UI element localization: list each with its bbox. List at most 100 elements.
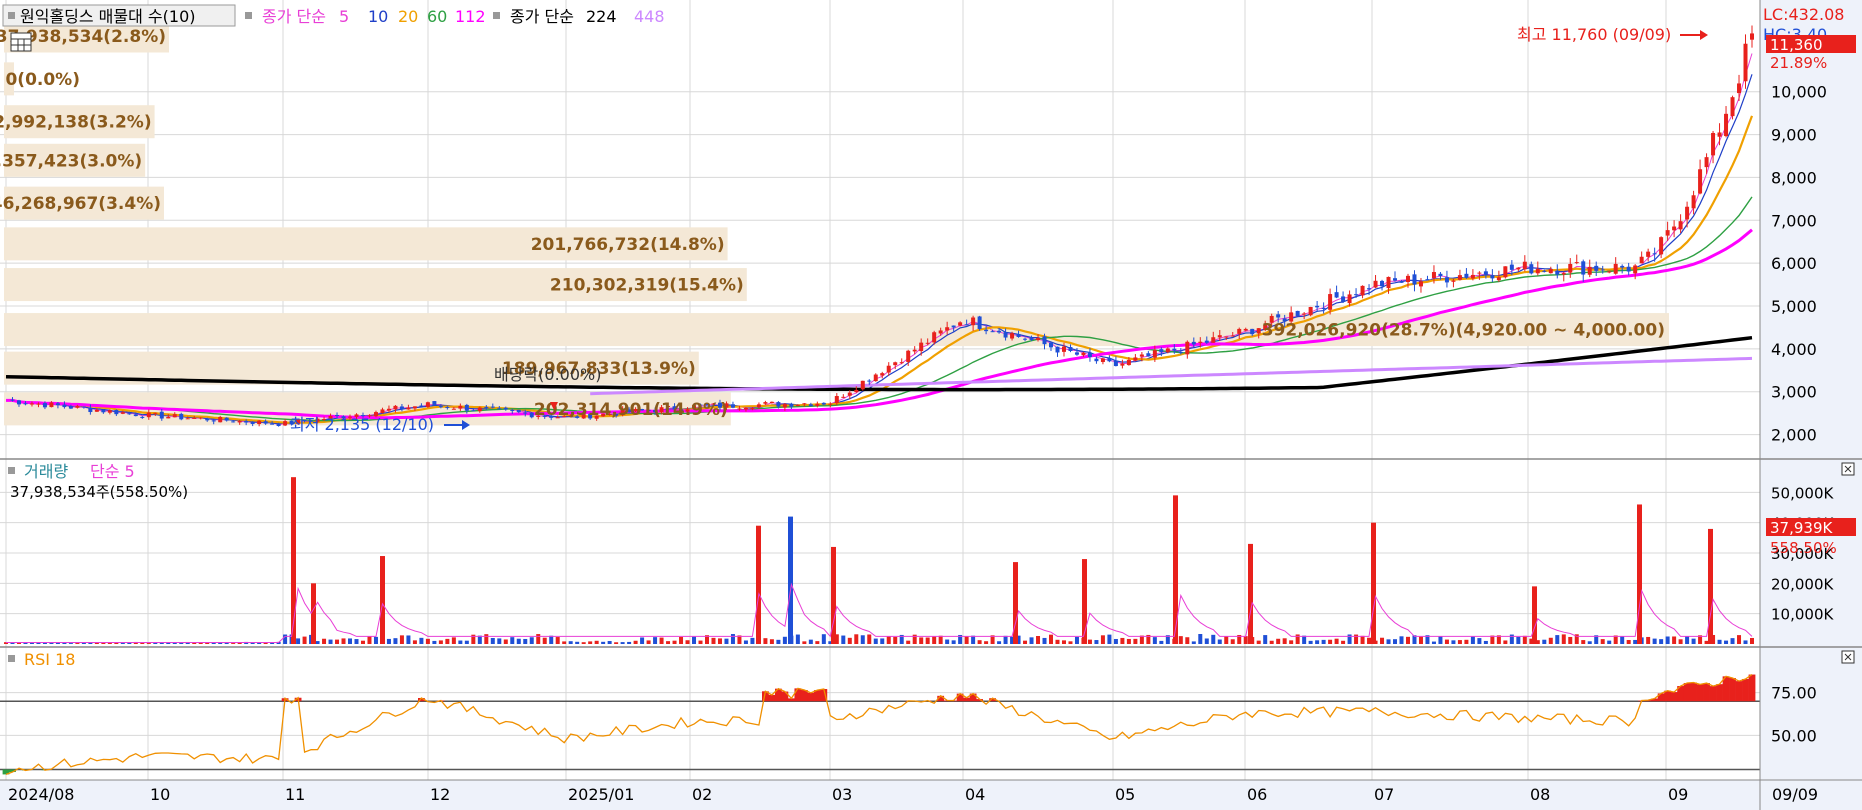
ma-period-10[interactable]: 10 — [368, 7, 388, 26]
candle-body[interactable] — [1074, 352, 1079, 355]
candle-body[interactable] — [964, 324, 969, 326]
volume-bar[interactable] — [1380, 637, 1385, 644]
volume-bar[interactable] — [1691, 638, 1696, 644]
candle-body[interactable] — [1341, 296, 1346, 302]
candle-body[interactable] — [425, 402, 430, 407]
candle-body[interactable] — [1750, 33, 1754, 40]
candle-body[interactable] — [406, 407, 411, 410]
candle-body[interactable] — [1626, 266, 1631, 272]
volume-bar[interactable] — [750, 637, 755, 644]
candle-body[interactable] — [1529, 264, 1534, 274]
volume-bar[interactable] — [1600, 639, 1605, 644]
candle-body[interactable] — [776, 402, 781, 407]
candle-body[interactable] — [523, 412, 528, 414]
volume-bar[interactable] — [1568, 636, 1573, 644]
volume-spike-bar[interactable] — [1532, 586, 1537, 644]
volume-bar[interactable] — [458, 640, 463, 644]
candle-body[interactable] — [1535, 268, 1540, 274]
volume-bar[interactable] — [1269, 640, 1274, 644]
volume-bar[interactable] — [945, 639, 950, 644]
candle-body[interactable] — [276, 424, 281, 427]
volume-bar[interactable] — [964, 636, 969, 644]
volume-bar[interactable] — [393, 638, 398, 644]
volume-bar[interactable] — [1003, 635, 1008, 644]
candle-body[interactable] — [860, 380, 865, 390]
volume-bar[interactable] — [1023, 640, 1028, 644]
candle-body[interactable] — [153, 412, 158, 414]
candle-body[interactable] — [828, 403, 833, 405]
volume-bar[interactable] — [776, 639, 781, 644]
candle-body[interactable] — [270, 423, 275, 425]
candle-body[interactable] — [1516, 267, 1521, 270]
volume-bar[interactable] — [1724, 640, 1729, 644]
candle-body[interactable] — [88, 407, 93, 413]
volume-bar[interactable] — [614, 642, 619, 644]
volume-bar[interactable] — [594, 640, 599, 644]
volume-bar[interactable] — [503, 639, 508, 644]
volume-bar[interactable] — [1444, 639, 1449, 644]
volume-bar[interactable] — [692, 636, 697, 644]
volume-bar[interactable] — [360, 640, 365, 644]
candle-body[interactable] — [1561, 273, 1566, 275]
candle-body[interactable] — [1010, 333, 1015, 339]
volume-bar[interactable] — [1334, 638, 1339, 644]
volume-bar[interactable] — [1717, 639, 1722, 644]
volume-legend-title[interactable]: 거래량 — [24, 462, 68, 481]
candle-body[interactable] — [1139, 354, 1144, 357]
volume-bar[interactable] — [620, 642, 625, 644]
candle-body[interactable] — [1120, 363, 1125, 366]
volume-bar[interactable] — [1561, 634, 1566, 644]
volume-bar[interactable] — [984, 641, 989, 644]
volume-bar[interactable] — [1042, 637, 1047, 644]
candle-body[interactable] — [951, 325, 956, 328]
candle-body[interactable] — [1198, 341, 1203, 343]
volume-bar[interactable] — [873, 638, 878, 644]
candle-body[interactable] — [16, 400, 21, 405]
candle-body[interactable] — [1737, 83, 1742, 94]
volume-bar[interactable] — [419, 637, 424, 644]
volume-bar[interactable] — [348, 638, 353, 644]
candle-body[interactable] — [880, 373, 885, 376]
volume-legend-ma[interactable]: 단순 5 — [90, 462, 135, 481]
candle-body[interactable] — [1354, 294, 1359, 296]
volume-bar[interactable] — [646, 640, 651, 644]
stock-chart[interactable]: 37,938,534(2.8%)0(0.0%)42,992,138(3.2%)4… — [0, 0, 1862, 810]
candle-body[interactable] — [1302, 313, 1307, 315]
candle-body[interactable] — [1633, 265, 1638, 274]
volume-bar[interactable] — [425, 638, 430, 644]
volume-bar[interactable] — [724, 638, 729, 644]
volume-bar[interactable] — [542, 637, 547, 644]
candle-body[interactable] — [1159, 349, 1164, 353]
candle-body[interactable] — [244, 420, 249, 423]
candle-body[interactable] — [458, 405, 463, 409]
candle-body[interactable] — [1691, 195, 1696, 209]
candle-body[interactable] — [1386, 276, 1391, 289]
volume-bar[interactable] — [1243, 636, 1248, 644]
volume-bar[interactable] — [120, 643, 125, 644]
volume-bar[interactable] — [406, 635, 411, 644]
volume-bar[interactable] — [860, 635, 865, 644]
candle-body[interactable] — [419, 405, 424, 407]
candle-body[interactable] — [1081, 352, 1086, 356]
candle-body[interactable] — [1496, 277, 1501, 281]
candle-body[interactable] — [1730, 97, 1735, 117]
candle-body[interactable] — [945, 327, 950, 331]
candle-body[interactable] — [1639, 256, 1644, 264]
candle-body[interactable] — [1678, 221, 1683, 230]
volume-bar[interactable] — [1555, 635, 1560, 644]
volume-bar[interactable] — [1652, 638, 1657, 644]
volume-bar[interactable] — [1542, 639, 1547, 644]
volume-bar[interactable] — [1217, 639, 1222, 644]
volume-bar[interactable] — [127, 642, 132, 644]
candle-body[interactable] — [958, 322, 963, 326]
candle-body[interactable] — [1211, 337, 1216, 343]
volume-bar[interactable] — [386, 638, 391, 644]
candle-body[interactable] — [1055, 346, 1060, 353]
volume-bar[interactable] — [523, 638, 528, 644]
candle-body[interactable] — [1425, 279, 1430, 281]
candle-body[interactable] — [782, 403, 787, 408]
candle-body[interactable] — [1036, 338, 1041, 341]
ma-period-5[interactable]: 5 — [339, 7, 349, 26]
volume-bar[interactable] — [1061, 640, 1066, 644]
volume-bar[interactable] — [795, 634, 800, 644]
